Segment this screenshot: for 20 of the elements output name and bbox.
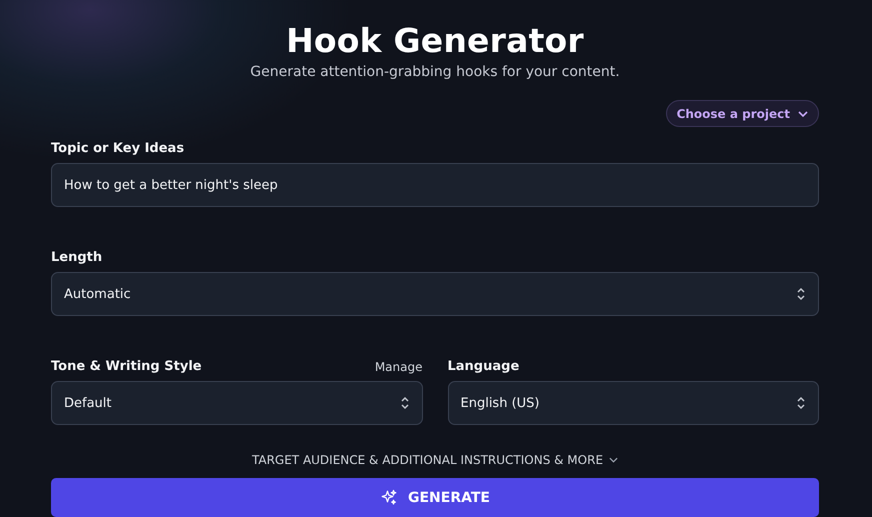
up-down-chevron-icon xyxy=(796,287,806,301)
input-field[interactable]: How to get a better night's sleep xyxy=(51,163,819,207)
project-dropdown[interactable]: Choose a project xyxy=(666,100,819,127)
chevron-down-icon xyxy=(798,110,808,116)
field-label: Topic or Key Ideas xyxy=(51,141,184,156)
select-field[interactable]: English (US) xyxy=(448,381,819,425)
field-label: Language xyxy=(448,359,520,374)
sparkles-icon xyxy=(380,488,398,506)
up-down-chevron-icon xyxy=(400,396,410,410)
up-down-chevron-icon xyxy=(796,396,806,410)
chevron-icon xyxy=(609,457,618,463)
field-label: Tone & Writing Style xyxy=(51,359,202,374)
generate-button[interactable]: GENERATE xyxy=(51,478,819,517)
select-field[interactable]: Automatic xyxy=(51,272,819,316)
page-subtitle: Generate attention-grabbing hooks for your content. xyxy=(250,63,620,82)
more-options-toggle[interactable]: TARGET AUDIENCE & ADDITIONAL INSTRUCTIONS & MORE xyxy=(252,453,618,467)
page-title: Hook Generator xyxy=(286,20,584,62)
field-label: Length xyxy=(51,250,102,265)
select-field[interactable]: Default xyxy=(51,381,422,425)
manage-link[interactable]: Manage xyxy=(374,360,422,374)
